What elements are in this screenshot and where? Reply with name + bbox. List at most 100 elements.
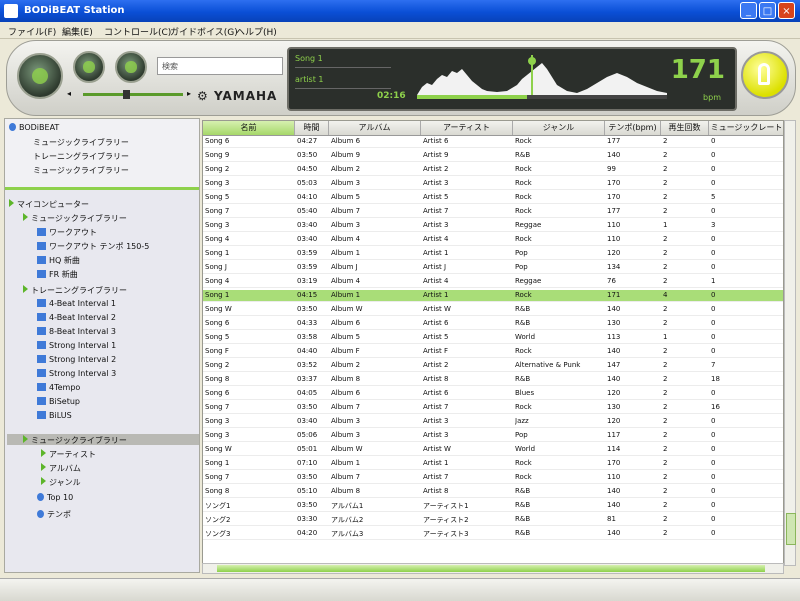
table-cell: 147 — [607, 361, 621, 369]
table-row[interactable]: Song 7 05:40 Album 7 Artist 7 Rock 177 2 0 — [203, 206, 783, 218]
table-row[interactable]: ソング3 04:20 アルバム3 アーティスト3 R&B 140 2 0 — [203, 528, 783, 540]
table-cell: アルバム3 — [331, 530, 364, 538]
column-header-genre[interactable]: ジャンル — [513, 121, 605, 135]
table-row[interactable]: Song 2 03:52 Album 2 Artist 2 Alternative & … — [203, 360, 783, 372]
sidebar-item-training[interactable]: 8-Beat Interval 3 — [37, 327, 116, 336]
sidebar-item-label: ミュージックライブラリー — [31, 214, 127, 223]
sidebar-item-pc[interactable]: マイコンピューター — [9, 199, 89, 210]
sidebar-item-artist[interactable]: アーティスト — [41, 449, 96, 460]
sidebar-item-workout-tempo[interactable]: ワークアウト テンポ 150-5 — [37, 241, 149, 252]
expand-icon[interactable] — [9, 199, 14, 207]
menu-control[interactable]: コントロール(C) — [104, 25, 171, 38]
table-row[interactable]: Song 3 03:40 Album 3 Artist 3 Jazz 120 2 0 — [203, 416, 783, 428]
table-row[interactable]: Song 1 04:15 Album 1 Artist 1 Rock 171 4 0 — [203, 290, 783, 302]
sidebar-item-workout[interactable]: ワークアウト — [37, 227, 97, 238]
table-row[interactable]: Song 7 03:50 Album 7 Artist 7 Rock 110 2 0 — [203, 472, 783, 484]
close-button[interactable]: × — [778, 2, 795, 19]
sidebar-item-device[interactable]: BODiBEAT — [9, 123, 59, 132]
table-row[interactable]: Song 3 05:03 Album 3 Artist 3 Rock 170 2 0 — [203, 178, 783, 190]
menu-guide-voice[interactable]: ガイドボイス(G) — [170, 25, 238, 38]
sidebar-item-genre[interactable]: ジャンル — [41, 477, 81, 488]
sidebar-item-music-library[interactable]: ミュージックライブラリー — [23, 213, 127, 224]
table-cell: ソング1 — [205, 502, 231, 510]
table-row[interactable]: Song 4 03:19 Album 4 Artist 4 Reggae 76 2 1 — [203, 276, 783, 288]
table-row[interactable]: Song W 05:01 Album W Artist W World 114 2 0 — [203, 444, 783, 456]
sidebar-item-training[interactable]: Strong Interval 1 — [37, 341, 116, 350]
table-row[interactable]: Song 2 04:50 Album 2 Artist 2 Rock 99 2 0 — [203, 164, 783, 176]
column-header-name[interactable]: 名前 — [203, 121, 295, 135]
table-row[interactable]: Song 6 04:27 Album 6 Artist 6 Rock 177 2 0 — [203, 136, 783, 148]
play-button[interactable] — [17, 53, 63, 99]
playlist-icon — [37, 256, 46, 264]
sidebar-item-top10[interactable]: Top 10 — [37, 493, 73, 502]
sidebar-item-training[interactable]: Strong Interval 2 — [37, 355, 116, 364]
search-input[interactable]: 検索 — [157, 57, 283, 75]
column-header-rating[interactable]: ミュージックレート — [709, 121, 783, 135]
maximize-button[interactable]: □ — [759, 2, 776, 19]
sidebar-item-training-library[interactable]: トレーニングライブラリー — [23, 285, 127, 296]
sidebar-item-training[interactable]: 4-Beat Interval 2 — [37, 313, 116, 322]
table-row[interactable]: Song 3 05:06 Album 3 Artist 3 Pop 117 2 0 — [203, 430, 783, 442]
sidebar-item-device-music[interactable]: ミュージックライブラリー — [33, 137, 129, 148]
table-row[interactable]: Song 9 03:50 Album 9 Artist 9 R&B 140 2 0 — [203, 150, 783, 162]
table-row[interactable]: ソング1 03:50 アルバム1 アーティスト1 R&B 140 2 0 — [203, 500, 783, 512]
table-row[interactable]: Song 6 04:05 Album 6 Artist 6 Blues 120 2 0 — [203, 388, 783, 400]
table-cell: 7 — [711, 361, 716, 369]
table-row[interactable]: Song J 03:59 Album J Artist J Pop 134 2 0 — [203, 262, 783, 274]
table-row[interactable]: Song 5 04:10 Album 5 Artist 5 Rock 170 2 5 — [203, 192, 783, 204]
volume-slider[interactable] — [83, 90, 183, 99]
sidebar-item-training[interactable]: Strong Interval 3 — [37, 369, 116, 378]
table-cell: 3 — [711, 221, 716, 229]
table-row[interactable]: Song 5 03:58 Album 5 Artist 5 World 113 1 0 — [203, 332, 783, 344]
expand-icon[interactable] — [23, 435, 28, 443]
table-row[interactable]: ソング2 03:30 アルバム2 アーティスト2 R&B 81 2 0 — [203, 514, 783, 526]
table-row[interactable]: Song 1 07:10 Album 1 Artist 1 Rock 170 2 0 — [203, 458, 783, 470]
table-cell: Album 2 — [331, 361, 361, 369]
sync-button[interactable] — [741, 51, 789, 99]
horizontal-scrollbar[interactable] — [202, 563, 784, 574]
table-row[interactable]: Song 1 03:59 Album 1 Artist 1 Pop 120 2 0 — [203, 248, 783, 260]
sidebar-item-fr-new[interactable]: FR 新曲 — [37, 269, 78, 280]
column-header-artist[interactable]: アーティスト — [421, 121, 513, 135]
track-progress-bar[interactable] — [417, 95, 667, 99]
table-row[interactable]: Song 8 03:37 Album 8 Artist 8 R&B 140 2 18 — [203, 374, 783, 386]
table-row[interactable]: Song W 03:50 Album W Artist W R&B 140 2 0 — [203, 304, 783, 316]
sidebar-item-training[interactable]: 4-Beat Interval 1 — [37, 299, 116, 308]
column-header-time[interactable]: 時間 — [295, 121, 329, 135]
previous-button[interactable] — [73, 51, 105, 83]
expand-icon[interactable] — [23, 213, 28, 221]
sidebar-item-device-training[interactable]: トレーニングライブラリー — [33, 151, 129, 162]
menu-edit[interactable]: 編集(E) — [62, 25, 93, 38]
expand-icon[interactable] — [41, 449, 46, 457]
expand-icon[interactable] — [23, 285, 28, 293]
sidebar-item-training[interactable]: 4Tempo — [37, 383, 80, 392]
sidebar-item-training[interactable]: BiLUS — [37, 411, 72, 420]
table-row[interactable]: Song 8 05:10 Album 8 Artist 8 R&B 140 2 0 — [203, 486, 783, 498]
sidebar-item-label: ミュージックライブラリー — [31, 436, 127, 445]
table-row[interactable]: Song 6 04:33 Album 6 Artist 6 R&B 130 2 0 — [203, 318, 783, 330]
table-cell: 134 — [607, 263, 621, 271]
minimize-button[interactable]: _ — [740, 2, 757, 19]
expand-icon[interactable] — [41, 477, 46, 485]
scroll-thumb[interactable] — [786, 513, 796, 545]
table-row[interactable]: Song 4 03:40 Album 4 Artist 4 Rock 110 2 0 — [203, 234, 783, 246]
column-header-play-count[interactable]: 再生回数 — [661, 121, 709, 135]
menu-help[interactable]: ヘルプ(H) — [236, 25, 277, 38]
vertical-scrollbar[interactable] — [784, 120, 796, 566]
sidebar-item-tempo[interactable]: テンポ — [37, 509, 71, 520]
column-header-album[interactable]: アルバム — [329, 121, 421, 135]
menu-file[interactable]: ファイル(F) — [8, 25, 56, 38]
sidebar-item-music-library-2[interactable]: ミュージックライブラリー — [23, 435, 127, 446]
column-header-tempo[interactable]: テンポ(bpm) — [605, 121, 661, 135]
sidebar-item-training[interactable]: BiSetup — [37, 397, 80, 406]
sidebar-item-album[interactable]: アルバム — [41, 463, 81, 474]
table-row[interactable]: Song 3 03:40 Album 3 Artist 3 Reggae 110 1 3 — [203, 220, 783, 232]
scroll-thumb[interactable] — [217, 565, 765, 572]
next-button[interactable] — [115, 51, 147, 83]
volume-knob[interactable] — [123, 90, 130, 99]
expand-icon[interactable] — [41, 463, 46, 471]
sidebar-item-device-music-2[interactable]: ミュージックライブラリー — [33, 165, 129, 176]
table-row[interactable]: Song F 04:40 Album F Artist F Rock 140 2 0 — [203, 346, 783, 358]
sidebar-item-hq-new[interactable]: HQ 新曲 — [37, 255, 80, 266]
table-row[interactable]: Song 7 03:50 Album 7 Artist 7 Rock 130 2 16 — [203, 402, 783, 414]
